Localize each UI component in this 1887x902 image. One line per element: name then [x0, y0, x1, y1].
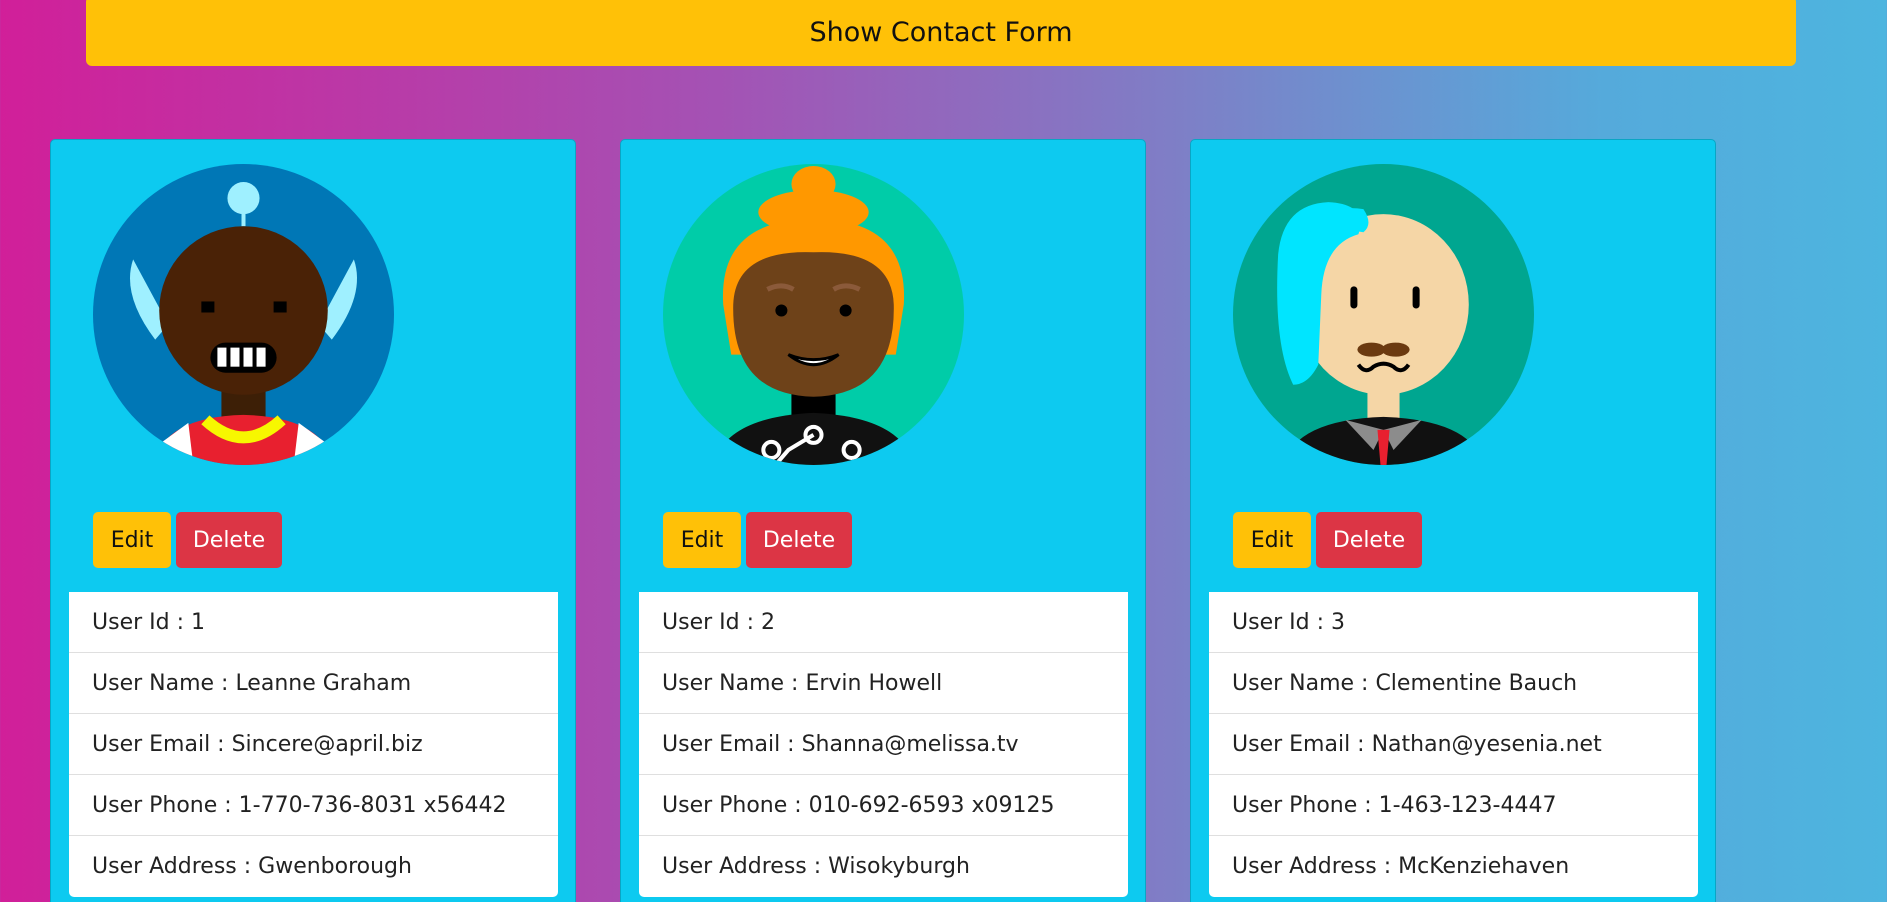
delete-button[interactable]: Delete: [746, 512, 852, 568]
avatar-orange-hair-icon: [663, 164, 964, 465]
user-address: User Address : Gwenborough: [92, 854, 412, 879]
user-card: Edit Delete User Id : 2 User Name : Ervi…: [620, 139, 1146, 902]
user-name: User Name : Ervin Howell: [639, 653, 1128, 714]
edit-button[interactable]: Edit: [1233, 512, 1311, 568]
user-address: User Address : McKenziehaven: [1232, 854, 1570, 879]
user-id: User Id : 1: [69, 592, 558, 653]
edit-button[interactable]: Edit: [663, 512, 741, 568]
user-email: User Email : Nathan@yesenia.net: [1209, 714, 1698, 775]
user-name: User Name : Clementine Bauch: [1209, 653, 1698, 714]
user-phone: User Phone : 010-692-6593 x09125: [639, 775, 1128, 836]
edit-button[interactable]: Edit: [93, 512, 171, 568]
user-details-list: User Id : 3 User Name : Clementine Bauch…: [1209, 592, 1698, 897]
user-details-list: User Id : 1 User Name : Leanne Graham Us…: [69, 592, 558, 897]
delete-button[interactable]: Delete: [176, 512, 282, 568]
user-id: User Id : 3: [1209, 592, 1698, 653]
delete-button[interactable]: Delete: [1316, 512, 1422, 568]
show-contact-form-button[interactable]: Show Contact Form: [86, 0, 1796, 66]
avatar-robot-smile-icon: [93, 164, 394, 465]
user-phone: User Phone : 1-463-123-4447: [1209, 775, 1698, 836]
user-address: User Address : Wisokyburgh: [662, 854, 970, 879]
user-card: Edit Delete User Id : 3 User Name : Clem…: [1190, 139, 1716, 902]
avatar-mustache-icon: [1233, 164, 1534, 465]
user-email: User Email : Sincere@april.biz: [69, 714, 558, 775]
user-phone: User Phone : 1-770-736-8031 x56442: [69, 775, 558, 836]
user-name: User Name : Leanne Graham: [69, 653, 558, 714]
user-id: User Id : 2: [639, 592, 1128, 653]
user-email: User Email : Shanna@melissa.tv: [639, 714, 1128, 775]
user-card: Edit Delete User Id : 1 User Name : Lean…: [50, 139, 576, 902]
user-details-list: User Id : 2 User Name : Ervin Howell Use…: [639, 592, 1128, 897]
